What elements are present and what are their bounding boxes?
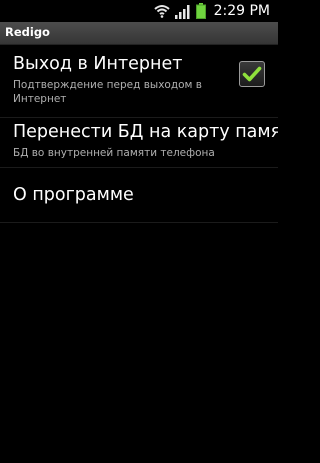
pref-move-db-to-sd[interactable]: Перенести БД на карту памяти БД во внутр… [0,117,278,168]
internet-exit-checkbox[interactable] [239,61,265,87]
battery-icon [195,3,206,19]
pref-summary: Подтверждение перед выходом в Интернет [13,79,202,105]
pref-internet-exit[interactable]: Выход в Интернет Подтверждение перед вых… [0,45,278,118]
pref-title: Перенести БД на карту памяти [13,122,278,142]
check-mark-icon [242,66,262,82]
status-clock: 2:29 PM [213,3,270,19]
signal-icon [174,4,190,19]
app-title-bar: Redigo [0,22,278,45]
status-bar: 2:29 PM [0,0,278,22]
pref-title: О программе [13,185,134,205]
wifi-icon [153,5,170,18]
pref-title: Выход в Интернет [13,54,183,74]
app-title: Redigo [5,25,50,39]
pref-about[interactable]: О программе [0,167,278,223]
pref-summary: БД во внутренней памяти телефона [13,147,215,159]
